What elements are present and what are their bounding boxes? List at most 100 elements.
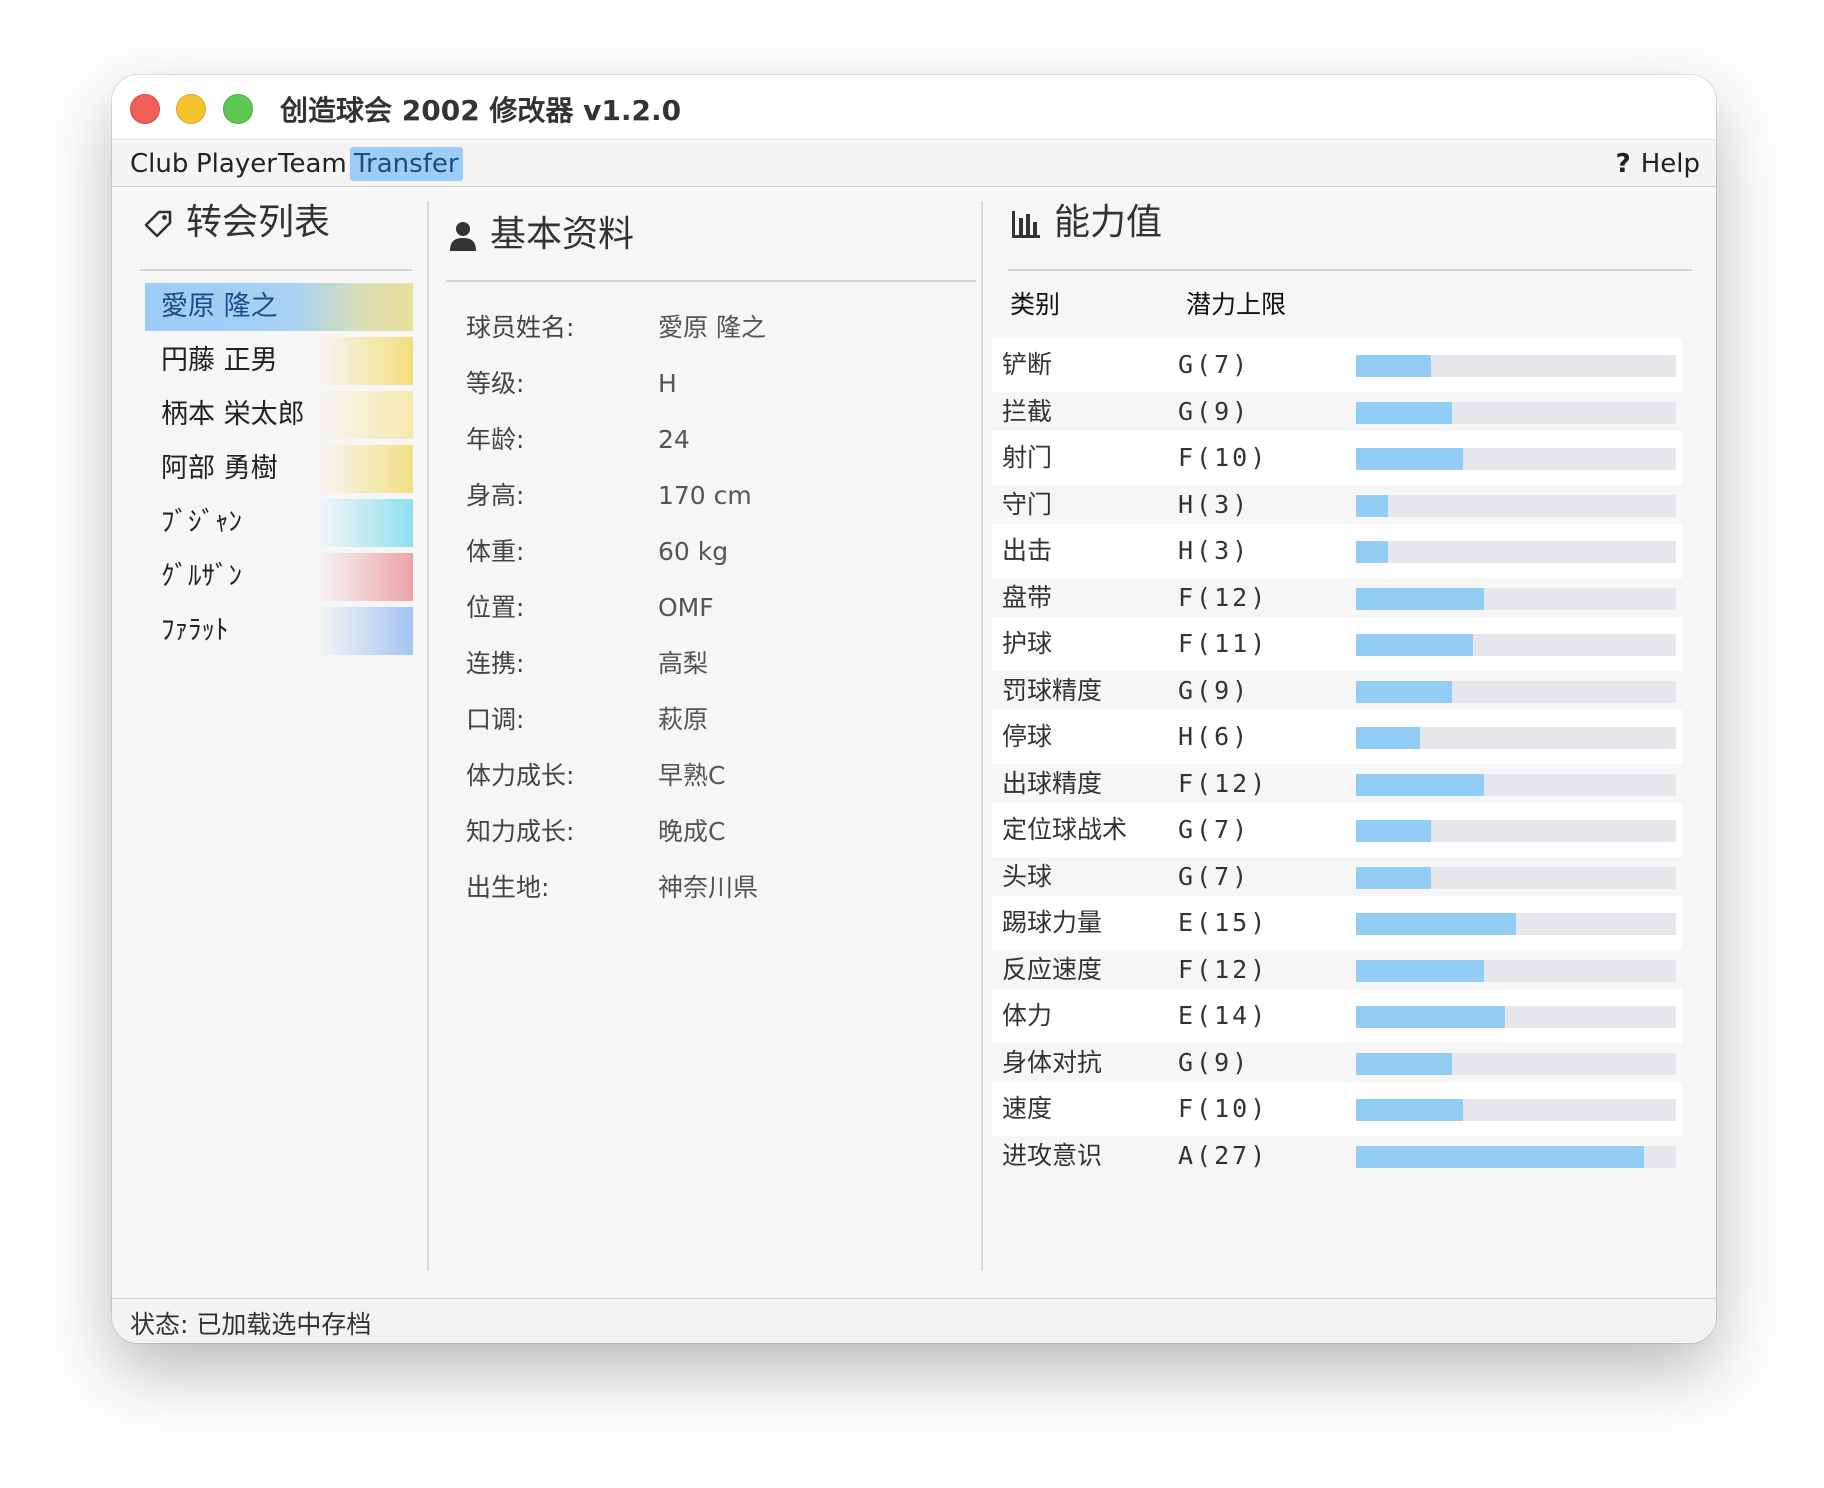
info-field-height: 身高: 170 cm bbox=[466, 476, 752, 516]
ability-bar-fill bbox=[1356, 448, 1463, 470]
person-icon bbox=[450, 222, 476, 251]
tag-icon bbox=[144, 210, 172, 238]
ability-bar-fill bbox=[1356, 1099, 1463, 1121]
basic-info-header: 基本资料 bbox=[448, 205, 634, 257]
field-value: 晚成C bbox=[658, 817, 726, 846]
field-value: 愛原 隆之 bbox=[658, 313, 766, 342]
field-value: 60 kg bbox=[658, 537, 729, 566]
close-button[interactable] bbox=[130, 94, 160, 124]
ability-bar-track bbox=[1356, 634, 1676, 656]
transfer-list-item[interactable]: 愛原 隆之 bbox=[145, 283, 413, 331]
menu-player[interactable]: Player bbox=[192, 147, 281, 181]
ability-bar-track bbox=[1356, 959, 1676, 982]
help-label: Help bbox=[1640, 149, 1700, 179]
field-value: 高梨 bbox=[658, 649, 709, 678]
info-field-speech: 口调: 萩原 bbox=[466, 700, 708, 740]
abilities-list[interactable]: 铲断 G(7) 拦截 G(9) 射门 F(10) 守门 H(3) 出击 H(3) 盘带 F(12) 护球… bbox=[992, 338, 1688, 1270]
ability-bar-fill bbox=[1356, 1006, 1505, 1028]
field-label: 年龄: bbox=[466, 425, 525, 454]
field-label: 球员姓名: bbox=[466, 313, 575, 342]
transfer-list-title: 转会列表 bbox=[186, 202, 331, 243]
ability-bar-track bbox=[1356, 355, 1676, 377]
ability-bar-fill bbox=[1356, 680, 1452, 703]
help-icon: ? bbox=[1615, 149, 1631, 179]
player-name: ﾌﾞｼﾞｬﾝ bbox=[161, 507, 242, 538]
ability-bar-track bbox=[1356, 541, 1676, 563]
title-bar: 创造球会 2002 修改器 v1.2.0 bbox=[112, 75, 1716, 140]
player-name: ｸﾞﾙｻﾞﾝ bbox=[161, 561, 242, 592]
ability-row[interactable]: 进攻意识 A(27) bbox=[992, 1129, 1682, 1183]
ability-bar-fill bbox=[1356, 587, 1484, 610]
transfer-list-item[interactable]: 阿部 勇樹 bbox=[145, 445, 413, 493]
menu-bar: Club Player Team Transfer ? Help bbox=[112, 140, 1716, 187]
player-name: ﾌｧﾗｯﾄ bbox=[161, 615, 229, 646]
ability-bar-fill bbox=[1356, 773, 1484, 796]
player-name: 柄本 栄太郎 bbox=[161, 399, 305, 430]
transfer-list-item[interactable]: ﾌｧﾗｯﾄ bbox=[145, 607, 413, 655]
basic-info-title: 基本资料 bbox=[490, 214, 635, 255]
field-value: 170 cm bbox=[658, 481, 752, 510]
transfer-list-divider bbox=[140, 269, 412, 271]
zoom-button[interactable] bbox=[223, 94, 253, 124]
field-value: 萩原 bbox=[658, 705, 709, 734]
player-color-swatch bbox=[317, 553, 413, 601]
abilities-header: 能力值 bbox=[1010, 193, 1162, 245]
ability-bar-fill bbox=[1356, 634, 1473, 656]
transfer-list-item[interactable]: 柄本 栄太郎 bbox=[145, 391, 413, 439]
menu-transfer[interactable]: Transfer bbox=[350, 147, 463, 181]
player-color-swatch bbox=[317, 391, 413, 439]
field-value: H bbox=[658, 369, 677, 398]
field-label: 出生地: bbox=[466, 873, 550, 902]
transfer-list-item[interactable]: 円藤 正男 bbox=[145, 337, 413, 385]
menu-team[interactable]: Team bbox=[274, 147, 351, 181]
field-value: 早熟C bbox=[658, 761, 726, 790]
info-field-partner: 连携: 高梨 bbox=[466, 644, 708, 684]
transfer-list-item[interactable]: ｸﾞﾙｻﾞﾝ bbox=[145, 553, 413, 601]
minimize-button[interactable] bbox=[176, 94, 206, 124]
field-label: 体重: bbox=[466, 537, 525, 566]
ability-bar-track bbox=[1356, 1052, 1676, 1075]
info-field-intellect-growth: 知力成长: 晚成C bbox=[466, 812, 725, 852]
transfer-list-item[interactable]: ﾌﾞｼﾞｬﾝ bbox=[145, 499, 413, 547]
ability-bar-track bbox=[1356, 1006, 1676, 1028]
field-label: 体力成长: bbox=[466, 761, 575, 790]
player-name: 円藤 正男 bbox=[161, 345, 278, 376]
field-label: 知力成长: bbox=[466, 817, 575, 846]
help-menu[interactable]: ? Help bbox=[1616, 147, 1700, 181]
abilities-divider bbox=[1008, 269, 1692, 271]
ability-bar-fill bbox=[1356, 820, 1431, 842]
field-label: 身高: bbox=[466, 481, 525, 510]
app-window: 创造球会 2002 修改器 v1.2.0 Club Player Team Tr… bbox=[112, 75, 1716, 1343]
column-header-potential: 潜力上限 bbox=[1186, 290, 1287, 319]
info-field-name: 球员姓名: 愛原 隆之 bbox=[466, 308, 766, 348]
field-label: 口调: bbox=[466, 705, 525, 734]
ability-bar-track bbox=[1356, 773, 1676, 796]
field-label: 连携: bbox=[466, 649, 525, 678]
player-name: 阿部 勇樹 bbox=[161, 453, 278, 484]
field-label: 位置: bbox=[466, 593, 525, 622]
status-label: 状态: bbox=[130, 1310, 189, 1339]
ability-bar-track bbox=[1356, 448, 1676, 470]
middle-panel-divider bbox=[981, 201, 983, 1271]
player-color-swatch bbox=[317, 499, 413, 547]
ability-bar-track bbox=[1356, 727, 1676, 749]
field-value: 神奈川県 bbox=[658, 873, 759, 902]
basic-info-divider bbox=[446, 280, 976, 282]
info-field-stamina-growth: 体力成长: 早熟C bbox=[466, 756, 725, 796]
ability-bar-track bbox=[1356, 494, 1676, 517]
left-panel-divider bbox=[427, 201, 429, 1271]
ability-bar-track bbox=[1356, 820, 1676, 842]
ability-bar-fill bbox=[1356, 1052, 1452, 1075]
info-field-age: 年龄: 24 bbox=[466, 420, 690, 460]
menu-club[interactable]: Club bbox=[126, 147, 192, 181]
ability-bar-fill bbox=[1356, 727, 1420, 749]
ability-bar-track bbox=[1356, 401, 1676, 424]
ability-bar-fill bbox=[1356, 355, 1431, 377]
ability-bar-fill bbox=[1356, 913, 1516, 935]
bar-chart-icon bbox=[1012, 211, 1040, 238]
player-name: 愛原 隆之 bbox=[161, 291, 278, 322]
column-header-category: 类别 bbox=[1010, 290, 1061, 319]
ability-bar-fill bbox=[1356, 401, 1452, 424]
status-text: 状态: 已加载选中存档 bbox=[130, 1305, 371, 1341]
abilities-title: 能力值 bbox=[1054, 202, 1163, 243]
